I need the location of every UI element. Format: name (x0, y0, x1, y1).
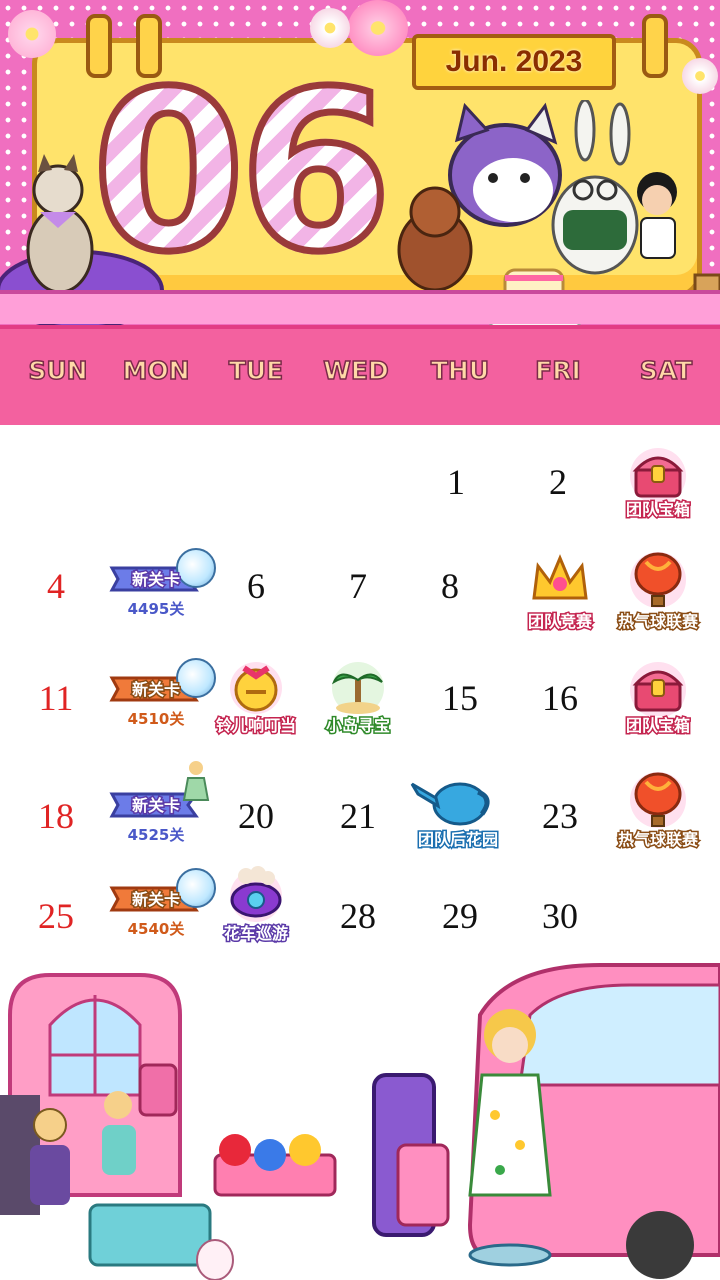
new-level-label: 新关卡 (130, 569, 181, 591)
event-team-race[interactable]: 团队竞赛 (510, 552, 610, 642)
day-28[interactable]: 28 (308, 896, 408, 936)
new-level-label: 新关卡 (130, 679, 181, 701)
day-30[interactable]: 30 (510, 896, 610, 936)
day-25[interactable]: 25 (6, 896, 106, 936)
new-level-label: 新关卡 (130, 889, 181, 911)
shelf (0, 290, 720, 324)
event-bell[interactable]: 铃儿响叮当 (206, 660, 306, 750)
event-float-parade[interactable]: 花车巡游 (206, 866, 306, 956)
day-8[interactable]: 8 (400, 566, 500, 606)
crown-icon (532, 554, 588, 600)
event-label: 团队竞赛 (526, 611, 593, 633)
event-label: 小岛寻宝 (324, 715, 391, 737)
event-label: 热气球联赛 (616, 829, 699, 851)
day-29[interactable]: 29 (410, 896, 510, 936)
day-20[interactable]: 20 (206, 796, 306, 836)
weekday-sun: SUN (28, 355, 89, 386)
event-new-level[interactable]: 新关卡 4495关 (106, 546, 216, 636)
flower-icon (348, 0, 408, 56)
day-11[interactable]: 11 (6, 678, 106, 718)
event-label: 花车巡游 (222, 923, 289, 945)
event-new-level[interactable]: 新关卡 4525关 (106, 761, 210, 862)
parade-float-icon (230, 866, 282, 922)
day-16[interactable]: 16 (510, 678, 610, 718)
weekday-thu: THU (430, 355, 490, 386)
cafe-house-illustration (0, 973, 337, 1280)
event-team-garden[interactable]: 团队后花园 (404, 774, 504, 864)
flower-icon (8, 10, 56, 58)
event-new-level[interactable]: 新关卡 4540关 (106, 866, 216, 956)
level-number: 4525关 (127, 826, 185, 844)
day-21[interactable]: 21 (308, 796, 408, 836)
flower-icon (310, 8, 350, 48)
weekday-sat: SAT (639, 355, 693, 386)
day-18[interactable]: 18 (6, 796, 106, 836)
event-balloon-league[interactable]: 热气球联赛 (608, 772, 708, 862)
hot-air-balloon-icon (630, 552, 686, 608)
calendar-header: Jun. 2023 06 SUN MON TUE WED THU FRI SAT (0, 0, 720, 425)
event-island-treasure[interactable]: 小岛寻宝 (308, 660, 408, 750)
event-team-chest[interactable]: 团队宝箱 (608, 446, 708, 536)
event-label: 团队宝箱 (624, 715, 691, 737)
level-number: 4510关 (127, 710, 185, 728)
event-label: 团队宝箱 (624, 499, 691, 521)
day-1[interactable]: 1 (406, 462, 506, 502)
pink-car-girl-illustration (372, 963, 720, 1279)
event-team-chest[interactable]: 团队宝箱 (608, 660, 708, 750)
hot-air-balloon-icon (630, 772, 686, 828)
day-4[interactable]: 4 (6, 566, 106, 606)
level-number: 4540关 (127, 920, 185, 938)
level-number: 4495关 (127, 600, 185, 618)
bell-icon (230, 662, 282, 714)
treasure-chest-icon (630, 662, 686, 716)
event-label: 热气球联赛 (616, 611, 699, 633)
flower-icon (682, 58, 718, 94)
event-label: 铃儿响叮当 (214, 715, 297, 737)
day-23[interactable]: 23 (510, 796, 610, 836)
treasure-chest-icon (630, 448, 686, 502)
watering-can-icon (410, 782, 490, 826)
weekday-wed: WED (323, 355, 390, 386)
day-15[interactable]: 15 (410, 678, 510, 718)
palm-island-icon (331, 662, 384, 714)
month-year-label: Jun. 2023 (412, 34, 616, 90)
day-6[interactable]: 6 (206, 566, 306, 606)
weekday-mon: MON (122, 355, 191, 386)
day-7[interactable]: 7 (308, 566, 408, 606)
event-balloon-league[interactable]: 热气球联赛 (608, 552, 708, 642)
event-label: 团队后花园 (416, 829, 499, 851)
weekday-fri: FRI (534, 355, 581, 386)
weekday-tue: TUE (228, 355, 284, 386)
day-2[interactable]: 2 (508, 462, 608, 502)
event-new-level[interactable]: 新关卡 4510关 (106, 656, 216, 746)
new-level-label: 新关卡 (130, 795, 181, 817)
binder-ring-right (642, 14, 668, 78)
